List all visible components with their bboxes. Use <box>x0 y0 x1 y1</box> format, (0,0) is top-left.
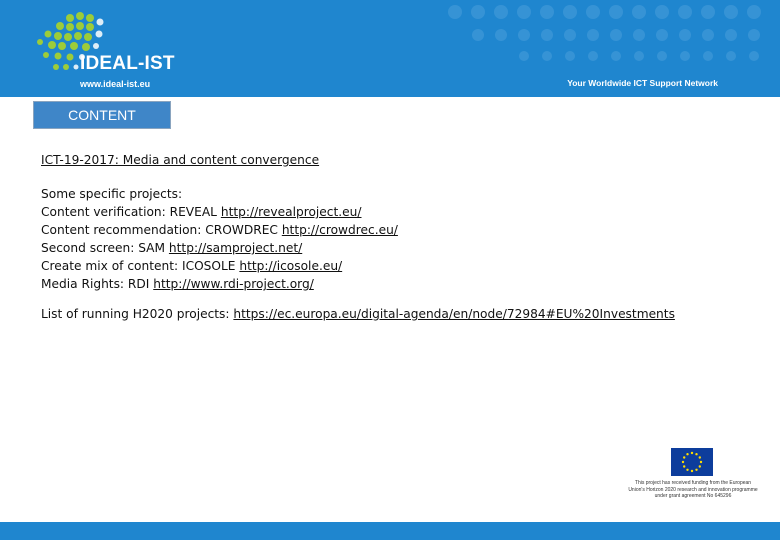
running-projects-link[interactable]: https://ec.europa.eu/digital-agenda/en/n… <box>233 307 675 321</box>
logo-url: www.ideal-ist.eu <box>80 79 151 89</box>
project-line-sam: Second screen: SAM http://samproject.net… <box>41 239 675 257</box>
project-link[interactable]: http://www.rdi-project.org/ <box>153 277 314 291</box>
project-label: Content verification: REVEAL <box>41 205 221 219</box>
header-banner: IDEAL-IST www.ideal-ist.eu Your Worldwid… <box>0 0 780 97</box>
project-link[interactable]: http://revealproject.eu/ <box>221 205 362 219</box>
project-label: Create mix of content: ICOSOLE <box>41 259 240 273</box>
footer-bar <box>0 522 780 540</box>
project-label: Media Rights: RDI <box>41 277 154 291</box>
header-tagline: Your Worldwide ICT Support Network <box>567 78 718 88</box>
project-link[interactable]: http://crowdrec.eu/ <box>282 223 398 237</box>
section-tab-content: CONTENT <box>33 101 171 129</box>
project-line-icosole: Create mix of content: ICOSOLE http://ic… <box>41 257 675 275</box>
intro-line: Some specific projects: <box>41 187 183 201</box>
running-projects-line: List of running H2020 projects: https://… <box>41 305 675 323</box>
project-link[interactable]: http://icosole.eu/ <box>239 259 342 273</box>
running-projects-label: List of running H2020 projects: <box>41 307 234 321</box>
project-link[interactable]: http://samproject.net/ <box>169 241 302 255</box>
content-body: ICT-19-2017: Media and content convergen… <box>41 151 675 323</box>
project-line-rdi: Media Rights: RDI http://www.rdi-project… <box>41 275 675 293</box>
project-label: Second screen: SAM <box>41 241 169 255</box>
project-line-reveal: Content verification: REVEAL http://reve… <box>41 203 675 221</box>
project-line-crowdrec: Content recommendation: CROWDREC http://… <box>41 221 675 239</box>
topic-heading: ICT-19-2017: Media and content convergen… <box>41 153 320 167</box>
logo-name: IDEAL-IST <box>80 53 175 74</box>
project-label: Content recommendation: CROWDREC <box>41 223 282 237</box>
eu-flag-icon <box>671 448 713 476</box>
eu-funding-note: This project has received funding from t… <box>628 480 758 499</box>
